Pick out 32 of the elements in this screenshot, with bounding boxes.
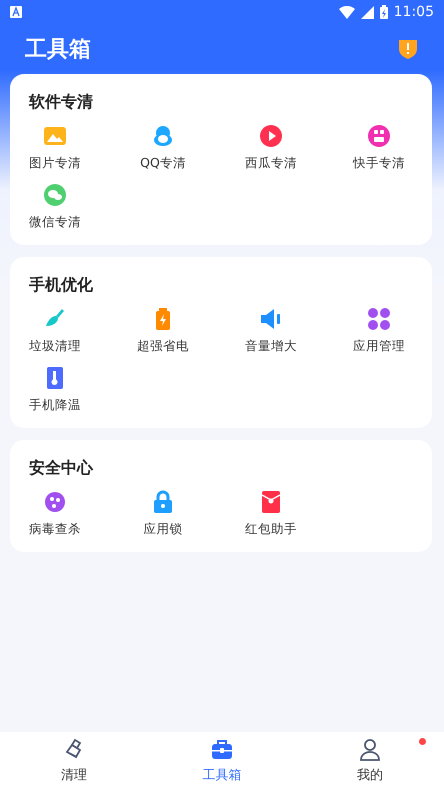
tool-label[interactable]: 西瓜专清 bbox=[245, 155, 297, 172]
nav-tab[interactable]: 工具箱 bbox=[148, 732, 296, 788]
wifi-icon bbox=[338, 6, 355, 18]
tool-label[interactable]: 红包助手 bbox=[245, 521, 297, 538]
tool-label[interactable]: 音量增大 bbox=[245, 338, 297, 355]
shield-warning-icon[interactable] bbox=[398, 38, 418, 60]
tool-label[interactable]: 垃圾清理 bbox=[29, 338, 81, 355]
tool-label[interactable]: QQ专清 bbox=[140, 155, 186, 172]
app-logo-icon bbox=[366, 123, 392, 149]
virus-icon bbox=[42, 489, 68, 515]
nav-tab[interactable]: 我的 bbox=[296, 732, 444, 788]
person-icon bbox=[357, 736, 383, 762]
tool-label[interactable]: 手机降温 bbox=[29, 397, 81, 414]
battery-status-icon bbox=[380, 5, 388, 19]
tool-label[interactable]: 图片专清 bbox=[29, 155, 81, 172]
signal-icon bbox=[360, 6, 374, 18]
tool-label[interactable]: 应用管理 bbox=[353, 338, 405, 355]
tool-label[interactable]: 病毒查杀 bbox=[29, 521, 81, 538]
play-icon bbox=[258, 123, 284, 149]
tool-label[interactable]: 快手专清 bbox=[353, 155, 405, 172]
status-time: 11:05 bbox=[394, 4, 434, 20]
chat-bubbles-icon bbox=[42, 182, 68, 208]
notification-icon bbox=[10, 6, 22, 18]
tool-label[interactable]: 微信专清 bbox=[29, 214, 81, 231]
section-title: 软件专清 bbox=[28, 92, 94, 113]
app-grid-icon bbox=[366, 306, 392, 332]
section-title: 手机优化 bbox=[28, 275, 94, 296]
page-title: 工具箱 bbox=[25, 36, 91, 64]
tool-label[interactable]: 应用锁 bbox=[144, 521, 182, 538]
nav-tab[interactable]: 清理 bbox=[0, 732, 148, 788]
tool-label[interactable]: 超强省电 bbox=[137, 338, 189, 355]
section-title: 安全中心 bbox=[28, 458, 94, 479]
